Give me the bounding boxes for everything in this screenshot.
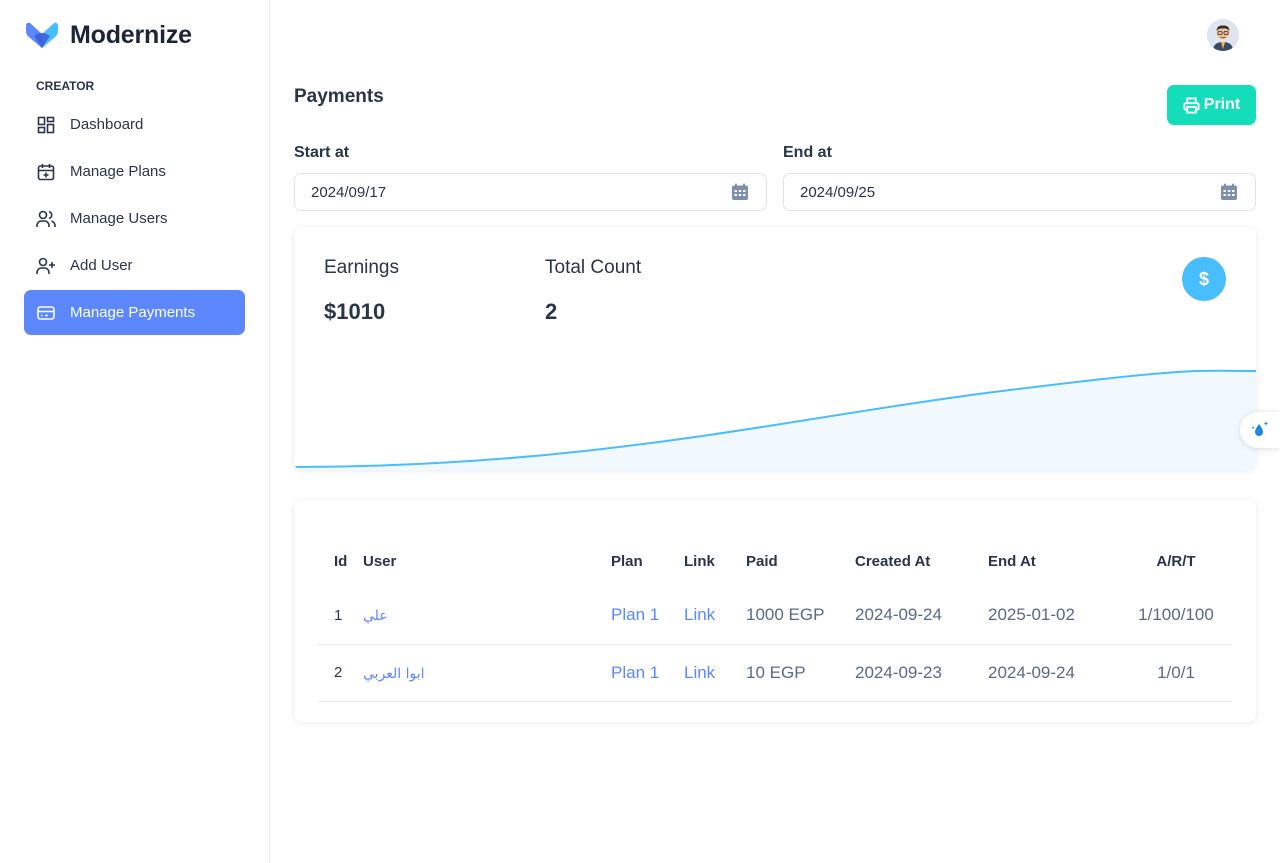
sidebar: Modernize CREATOR Dashboard Manage Plans… — [0, 0, 270, 863]
sidebar-item-label: Manage Payments — [70, 304, 196, 321]
column-header: Link — [684, 552, 715, 570]
print-button[interactable]: Print — [1167, 85, 1256, 125]
cell-paid: 10 EGP — [746, 644, 855, 702]
cell-plan-link[interactable]: Plan 1 — [611, 605, 659, 624]
column-header: End At — [988, 552, 1036, 570]
cell-created-at: 2024-09-23 — [855, 644, 988, 702]
column-header: Plan — [611, 552, 643, 570]
sidebar-item-manage-users[interactable]: Manage Users — [24, 196, 245, 241]
end-date-field[interactable]: 2024/09/25 — [783, 173, 1256, 211]
calendar-icon[interactable] — [1219, 182, 1239, 202]
table-row: 2 ابوا العربي Plan 1 Link 10 EGP 2024-09… — [318, 644, 1232, 702]
dollar-icon: $ — [1182, 257, 1226, 301]
users-icon — [36, 209, 56, 229]
brand-name: Modernize — [70, 20, 192, 49]
page-title: Payments — [294, 86, 384, 107]
user-plus-icon — [36, 256, 56, 276]
cell-created-at: 2024-09-24 — [855, 587, 988, 645]
earnings-card: Earnings $1010 Total Count 2 $ — [294, 227, 1256, 470]
sidebar-item-add-user[interactable]: Add User — [24, 243, 245, 288]
earnings-sparkline — [294, 369, 1256, 470]
column-header: Paid — [746, 552, 778, 570]
dashboard-icon — [36, 115, 56, 135]
user-avatar[interactable] — [1207, 19, 1239, 51]
payments-table: Id User Plan Link Paid Created At End At… — [318, 535, 1232, 702]
column-header: Id — [334, 552, 348, 570]
cell-paid: 1000 EGP — [746, 587, 855, 645]
cell-user-link[interactable]: ابوا العربي — [363, 666, 425, 682]
start-date-field[interactable]: 2024/09/17 — [294, 173, 767, 211]
brand-logo-icon — [26, 22, 58, 48]
cell-payment-link[interactable]: Link — [684, 663, 715, 682]
sidebar-item-label: Dashboard — [70, 116, 144, 133]
total-count-label: Total Count — [545, 257, 642, 278]
nav-caption: CREATOR — [36, 79, 95, 93]
table-row: 1 علي Plan 1 Link 1000 EGP 2024-09-24 20… — [318, 587, 1232, 645]
start-date-label: Start at — [294, 144, 350, 161]
calendar-plus-icon — [36, 162, 56, 182]
earnings-label: Earnings — [324, 257, 399, 278]
cell-id: 2 — [318, 644, 363, 702]
avatar-image — [1207, 19, 1239, 51]
theme-drop-icon — [1251, 421, 1269, 436]
end-date-value: 2024/09/25 — [800, 183, 876, 201]
sidebar-item-manage-plans[interactable]: Manage Plans — [24, 149, 245, 194]
sidebar-item-manage-payments[interactable]: Manage Payments — [24, 290, 245, 335]
cell-end-at: 2025-01-02 — [988, 587, 1120, 645]
calendar-icon[interactable] — [730, 182, 750, 202]
earnings-value: $1010 — [324, 299, 386, 324]
print-label: Print — [1203, 96, 1241, 113]
cell-id: 1 — [318, 587, 363, 645]
start-date-value: 2024/09/17 — [311, 183, 387, 201]
end-date-label: End at — [783, 144, 832, 161]
cell-user-link[interactable]: علي — [363, 608, 388, 624]
cell-payment-link[interactable]: Link — [684, 605, 715, 624]
sidebar-item-label: Manage Plans — [70, 163, 166, 180]
brand[interactable]: Modernize — [24, 20, 192, 50]
printer-icon — [1183, 96, 1200, 114]
cell-art: 1/100/100 — [1120, 587, 1232, 645]
payments-table-card: Id User Plan Link Paid Created At End At… — [294, 500, 1256, 722]
sidebar-nav: Dashboard Manage Plans Manage Users Add … — [24, 102, 245, 337]
customizer-toggle[interactable] — [1240, 412, 1280, 448]
cell-art: 1/0/1 — [1120, 644, 1232, 702]
column-header: User — [363, 552, 397, 570]
column-header: Created At — [855, 552, 931, 570]
sidebar-item-label: Add User — [70, 257, 133, 274]
cell-plan-link[interactable]: Plan 1 — [611, 663, 659, 682]
sidebar-item-dashboard[interactable]: Dashboard — [24, 102, 245, 147]
sidebar-item-label: Manage Users — [70, 210, 168, 227]
column-header: A/R/T — [1156, 552, 1196, 570]
table-header-row: Id User Plan Link Paid Created At End At… — [318, 535, 1232, 587]
cell-end-at: 2024-09-24 — [988, 644, 1120, 702]
total-count-value: 2 — [545, 299, 558, 324]
credit-card-icon — [36, 303, 56, 323]
